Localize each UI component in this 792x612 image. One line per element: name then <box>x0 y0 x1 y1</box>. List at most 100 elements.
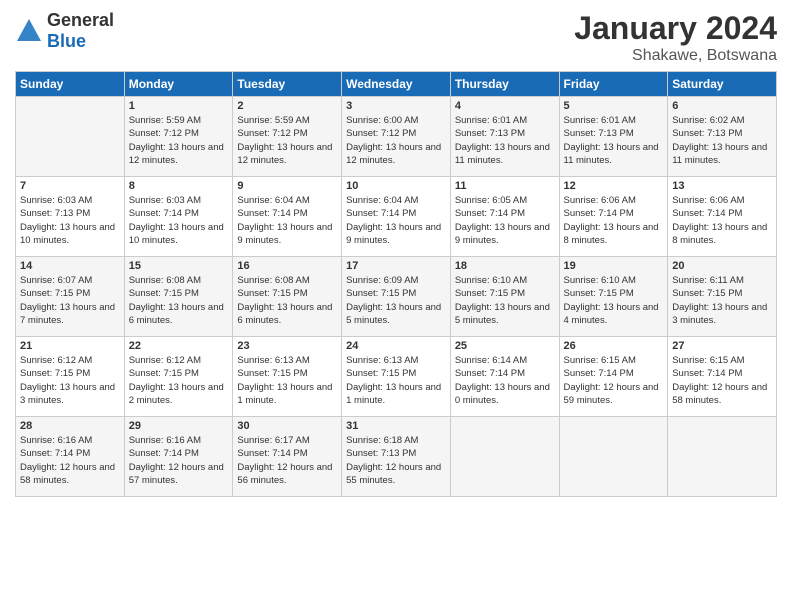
calendar-cell: 24 Sunrise: 6:13 AM Sunset: 7:15 PM Dayl… <box>342 337 451 417</box>
sunset: Sunset: 7:15 PM <box>129 368 199 379</box>
day-number: 3 <box>346 100 446 112</box>
day-number: 21 <box>20 340 120 352</box>
calendar-cell: 29 Sunrise: 6:16 AM Sunset: 7:14 PM Dayl… <box>124 417 233 497</box>
day-number: 14 <box>20 260 120 272</box>
logo-general: General <box>47 10 114 30</box>
sunrise: Sunrise: 6:16 AM <box>20 435 92 446</box>
calendar-week-3: 14 Sunrise: 6:07 AM Sunset: 7:15 PM Dayl… <box>16 257 777 337</box>
daylight: Daylight: 12 hours and 58 minutes. <box>20 462 115 486</box>
day-info: Sunrise: 6:04 AM Sunset: 7:14 PM Dayligh… <box>237 194 337 247</box>
day-info: Sunrise: 6:05 AM Sunset: 7:14 PM Dayligh… <box>455 194 555 247</box>
daylight: Daylight: 13 hours and 5 minutes. <box>455 302 550 326</box>
day-info: Sunrise: 6:13 AM Sunset: 7:15 PM Dayligh… <box>346 354 446 407</box>
sunset: Sunset: 7:15 PM <box>672 288 742 299</box>
logo-blue: Blue <box>47 31 86 51</box>
calendar-cell <box>450 417 559 497</box>
calendar-cell: 26 Sunrise: 6:15 AM Sunset: 7:14 PM Dayl… <box>559 337 668 417</box>
day-number: 19 <box>564 260 664 272</box>
day-info: Sunrise: 6:12 AM Sunset: 7:15 PM Dayligh… <box>129 354 229 407</box>
header: General Blue January 2024 Shakawe, Botsw… <box>15 10 777 65</box>
day-info: Sunrise: 6:03 AM Sunset: 7:13 PM Dayligh… <box>20 194 120 247</box>
daylight: Daylight: 13 hours and 1 minute. <box>346 382 441 406</box>
day-info: Sunrise: 6:06 AM Sunset: 7:14 PM Dayligh… <box>564 194 664 247</box>
day-number: 30 <box>237 420 337 432</box>
logo-icon <box>15 17 43 45</box>
daylight: Daylight: 13 hours and 9 minutes. <box>237 222 332 246</box>
sunrise: Sunrise: 6:03 AM <box>20 195 92 206</box>
day-info: Sunrise: 6:12 AM Sunset: 7:15 PM Dayligh… <box>20 354 120 407</box>
daylight: Daylight: 12 hours and 57 minutes. <box>129 462 224 486</box>
sunset: Sunset: 7:13 PM <box>564 128 634 139</box>
sunset: Sunset: 7:14 PM <box>237 208 307 219</box>
day-info: Sunrise: 6:06 AM Sunset: 7:14 PM Dayligh… <box>672 194 772 247</box>
sunset: Sunset: 7:14 PM <box>129 208 199 219</box>
sunset: Sunset: 7:15 PM <box>564 288 634 299</box>
daylight: Daylight: 13 hours and 10 minutes. <box>20 222 115 246</box>
sunset: Sunset: 7:14 PM <box>346 208 416 219</box>
sunrise: Sunrise: 6:01 AM <box>455 115 527 126</box>
day-info: Sunrise: 6:17 AM Sunset: 7:14 PM Dayligh… <box>237 434 337 487</box>
header-row: SundayMondayTuesdayWednesdayThursdayFrid… <box>16 72 777 97</box>
daylight: Daylight: 13 hours and 0 minutes. <box>455 382 550 406</box>
calendar-week-1: 1 Sunrise: 5:59 AM Sunset: 7:12 PM Dayli… <box>16 97 777 177</box>
daylight: Daylight: 13 hours and 12 minutes. <box>346 142 441 166</box>
calendar-cell: 6 Sunrise: 6:02 AM Sunset: 7:13 PM Dayli… <box>668 97 777 177</box>
daylight: Daylight: 13 hours and 1 minute. <box>237 382 332 406</box>
sunset: Sunset: 7:14 PM <box>564 208 634 219</box>
calendar-cell: 5 Sunrise: 6:01 AM Sunset: 7:13 PM Dayli… <box>559 97 668 177</box>
day-info: Sunrise: 6:02 AM Sunset: 7:13 PM Dayligh… <box>672 114 772 167</box>
sunset: Sunset: 7:15 PM <box>237 368 307 379</box>
page-container: General Blue January 2024 Shakawe, Botsw… <box>0 0 792 507</box>
sunset: Sunset: 7:13 PM <box>455 128 525 139</box>
logo: General Blue <box>15 10 114 52</box>
calendar-cell: 10 Sunrise: 6:04 AM Sunset: 7:14 PM Dayl… <box>342 177 451 257</box>
day-number: 17 <box>346 260 446 272</box>
day-info: Sunrise: 6:04 AM Sunset: 7:14 PM Dayligh… <box>346 194 446 247</box>
daylight: Daylight: 13 hours and 7 minutes. <box>20 302 115 326</box>
sunrise: Sunrise: 6:13 AM <box>237 355 309 366</box>
day-info: Sunrise: 6:07 AM Sunset: 7:15 PM Dayligh… <box>20 274 120 327</box>
sunrise: Sunrise: 6:14 AM <box>455 355 527 366</box>
sunrise: Sunrise: 6:01 AM <box>564 115 636 126</box>
sunrise: Sunrise: 6:00 AM <box>346 115 418 126</box>
day-number: 29 <box>129 420 229 432</box>
header-day-thursday: Thursday <box>450 72 559 97</box>
sunrise: Sunrise: 6:12 AM <box>20 355 92 366</box>
day-number: 2 <box>237 100 337 112</box>
day-info: Sunrise: 6:15 AM Sunset: 7:14 PM Dayligh… <box>564 354 664 407</box>
day-info: Sunrise: 6:11 AM Sunset: 7:15 PM Dayligh… <box>672 274 772 327</box>
day-info: Sunrise: 6:16 AM Sunset: 7:14 PM Dayligh… <box>129 434 229 487</box>
sunrise: Sunrise: 6:15 AM <box>564 355 636 366</box>
sunset: Sunset: 7:14 PM <box>237 448 307 459</box>
day-number: 31 <box>346 420 446 432</box>
calendar-cell <box>668 417 777 497</box>
day-number: 27 <box>672 340 772 352</box>
sunset: Sunset: 7:12 PM <box>129 128 199 139</box>
calendar-cell <box>16 97 125 177</box>
daylight: Daylight: 13 hours and 6 minutes. <box>129 302 224 326</box>
header-day-saturday: Saturday <box>668 72 777 97</box>
sunrise: Sunrise: 6:18 AM <box>346 435 418 446</box>
day-number: 4 <box>455 100 555 112</box>
calendar-week-2: 7 Sunrise: 6:03 AM Sunset: 7:13 PM Dayli… <box>16 177 777 257</box>
daylight: Daylight: 13 hours and 3 minutes. <box>672 302 767 326</box>
calendar-cell: 27 Sunrise: 6:15 AM Sunset: 7:14 PM Dayl… <box>668 337 777 417</box>
sunrise: Sunrise: 6:10 AM <box>564 275 636 286</box>
sunset: Sunset: 7:15 PM <box>237 288 307 299</box>
daylight: Daylight: 13 hours and 9 minutes. <box>455 222 550 246</box>
sunrise: Sunrise: 6:17 AM <box>237 435 309 446</box>
daylight: Daylight: 13 hours and 11 minutes. <box>455 142 550 166</box>
sunrise: Sunrise: 6:12 AM <box>129 355 201 366</box>
day-number: 22 <box>129 340 229 352</box>
day-info: Sunrise: 6:15 AM Sunset: 7:14 PM Dayligh… <box>672 354 772 407</box>
calendar-location: Shakawe, Botswana <box>574 47 777 65</box>
daylight: Daylight: 13 hours and 9 minutes. <box>346 222 441 246</box>
sunrise: Sunrise: 6:09 AM <box>346 275 418 286</box>
daylight: Daylight: 13 hours and 4 minutes. <box>564 302 659 326</box>
day-info: Sunrise: 6:08 AM Sunset: 7:15 PM Dayligh… <box>129 274 229 327</box>
calendar-title: January 2024 <box>574 10 777 47</box>
day-info: Sunrise: 6:16 AM Sunset: 7:14 PM Dayligh… <box>20 434 120 487</box>
sunset: Sunset: 7:15 PM <box>346 288 416 299</box>
calendar-cell: 19 Sunrise: 6:10 AM Sunset: 7:15 PM Dayl… <box>559 257 668 337</box>
sunrise: Sunrise: 6:06 AM <box>672 195 744 206</box>
